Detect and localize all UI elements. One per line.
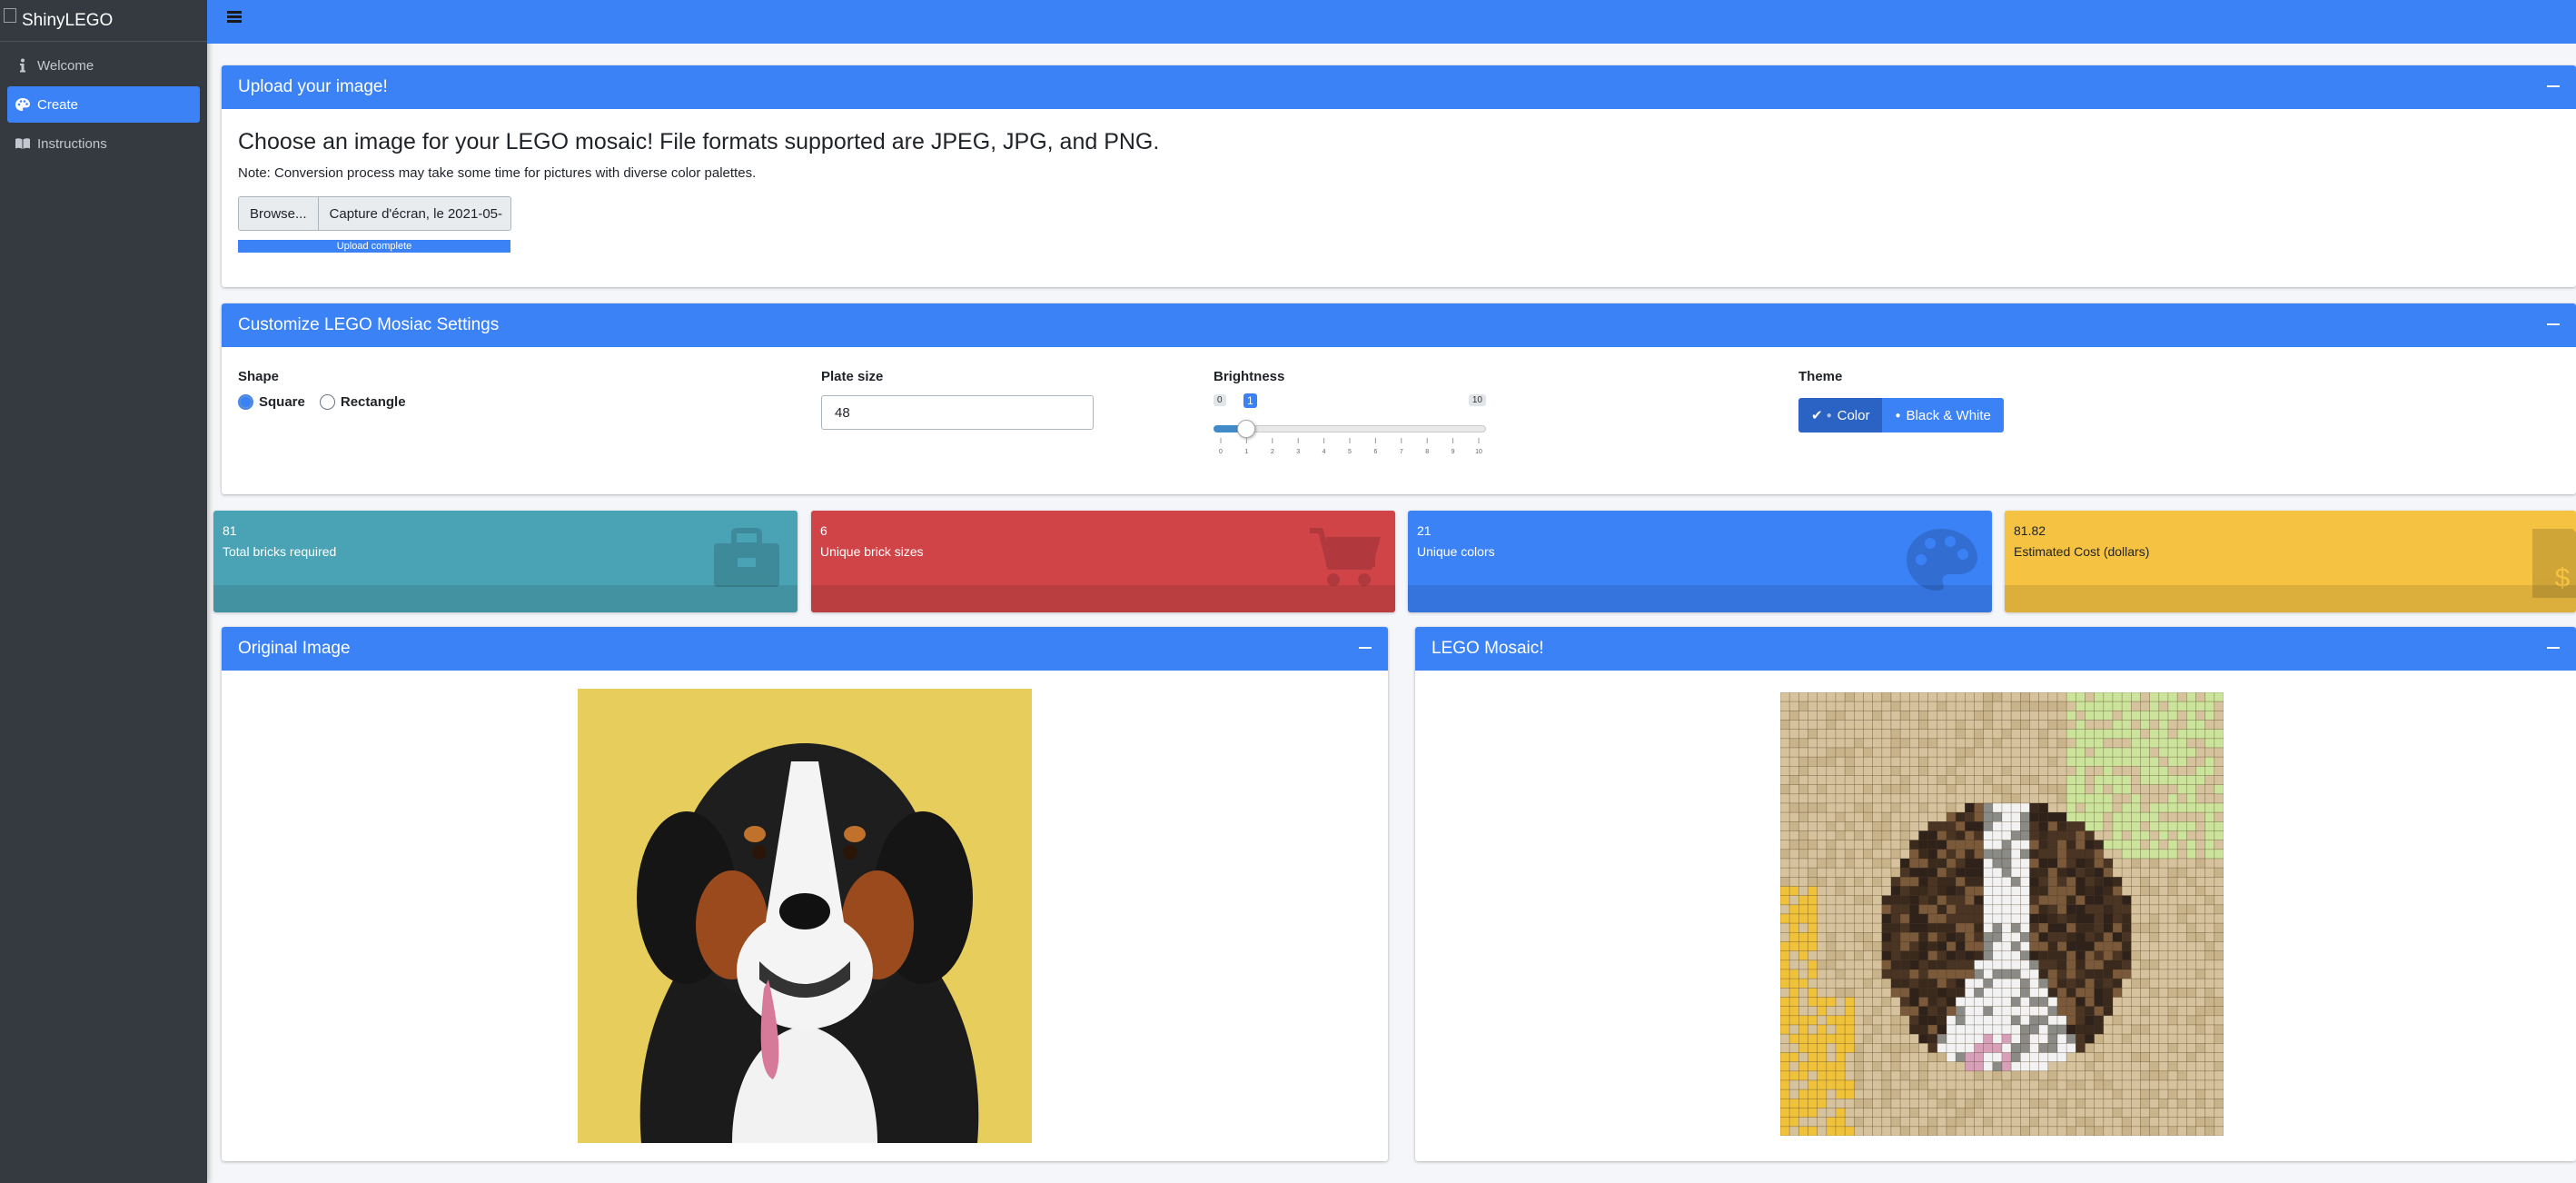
- slider-tick-label: 3: [1296, 449, 1300, 455]
- stat-value: 81.82: [2014, 523, 2046, 538]
- slider-tick-label: 0: [1219, 449, 1223, 455]
- upload-instructions: Choose an image for your LEGO mosaic! Fi…: [238, 129, 1160, 154]
- palette-icon: [11, 97, 35, 112]
- stat-box-unique-colors: 21 Unique colors: [1408, 511, 1992, 612]
- browse-button[interactable]: Browse...: [238, 196, 319, 231]
- stat-box-brick-sizes: 6 Unique brick sizes: [811, 511, 1395, 612]
- brand-logo: [4, 7, 16, 23]
- brightness-slider[interactable]: 0 1 10 0 1 2 3 4 5 6 7 8 9 10: [1214, 393, 1486, 458]
- theme-toggle-group: ✔ ● Color ● Black & White: [1798, 398, 2004, 432]
- stat-footer: [2005, 585, 2576, 612]
- slider-tick-label: 6: [1373, 449, 1377, 455]
- mosaic-header: LEGO Mosaic!: [1415, 627, 2576, 671]
- stat-value: 21: [1417, 523, 1432, 538]
- brightness-label: Brightness: [1214, 369, 1285, 384]
- slider-tick-label: 8: [1425, 449, 1429, 455]
- settings-card-title: Customize LEGO Mosiac Settings: [238, 315, 500, 334]
- plate-size-input[interactable]: 48: [821, 395, 1094, 430]
- menu-toggle-icon[interactable]: [227, 11, 242, 24]
- brand[interactable]: ShinyLEGO: [0, 0, 207, 42]
- plate-size-label: Plate size: [821, 369, 884, 384]
- sidebar-item-instructions[interactable]: Instructions: [7, 125, 200, 162]
- shopping-cart-icon: [1310, 528, 1381, 586]
- upload-progress-label: Upload complete: [336, 241, 412, 252]
- slider-tick-label: 2: [1271, 449, 1274, 455]
- stat-label: Unique colors: [1417, 544, 1495, 559]
- slider-tick-label: 10: [1475, 449, 1482, 455]
- stat-label: Unique brick sizes: [820, 544, 924, 559]
- upload-card-title: Upload your image!: [238, 77, 388, 96]
- lego-mosaic-image: [1780, 692, 2224, 1136]
- slider-min-label: 0: [1214, 394, 1226, 406]
- collapse-icon[interactable]: [2547, 647, 2560, 649]
- mosaic-title: LEGO Mosaic!: [1432, 639, 1544, 658]
- sidebar-item-label: Welcome: [37, 57, 94, 74]
- svg-text:$: $: [2555, 563, 2571, 593]
- stat-box-estimated-cost: 81.82 Estimated Cost (dollars) $: [2005, 511, 2576, 612]
- original-image-header: Original Image: [222, 627, 1388, 671]
- settings-card-header: Customize LEGO Mosiac Settings: [222, 303, 2576, 347]
- shape-option-label: Square: [259, 394, 305, 410]
- stat-value: 6: [820, 523, 827, 538]
- file-input: Browse... Capture d'écran, le 2021-05-: [238, 196, 511, 231]
- sidebar-item-create[interactable]: Create: [7, 86, 200, 123]
- slider-max-label: 10: [1468, 394, 1486, 406]
- brand-name: ShinyLEGO: [22, 10, 114, 30]
- settings-card: Customize LEGO Mosiac Settings Shape Squ…: [222, 303, 2576, 494]
- invoice-dollar-icon: $: [2532, 529, 2576, 598]
- info-icon: [11, 58, 35, 73]
- upload-card: Upload your image! Choose an image for y…: [222, 65, 2576, 287]
- mosaic-card: LEGO Mosaic!: [1415, 627, 2576, 1161]
- shape-label: Shape: [238, 369, 280, 384]
- upload-progress-bar: Upload complete: [238, 240, 510, 253]
- slider-tick-label: 4: [1323, 449, 1326, 455]
- check-icon: ✔: [1811, 408, 1823, 423]
- sidebar: ShinyLEGO Welcome Create Instructions: [0, 0, 207, 1183]
- slider-handle[interactable]: [1237, 420, 1256, 438]
- theme-color-button[interactable]: ✔ ● Color: [1798, 398, 1883, 432]
- radio-dot-icon: ●: [1826, 410, 1832, 421]
- shape-square-radio[interactable]: [238, 394, 253, 410]
- slider-tick-label: 9: [1451, 449, 1455, 455]
- sidebar-item-label: Create: [37, 96, 79, 113]
- toolbox-icon: [714, 528, 779, 587]
- collapse-icon[interactable]: [2547, 85, 2560, 87]
- stat-value: 81: [223, 523, 237, 538]
- original-image-card: Original Image: [222, 627, 1388, 1161]
- stat-box-total-bricks: 81 Total bricks required: [213, 511, 798, 612]
- shape-radio-group: Square Rectangle: [238, 394, 406, 410]
- original-image-title: Original Image: [238, 639, 351, 658]
- shape-option-label: Rectangle: [340, 394, 406, 410]
- stat-label: Estimated Cost (dollars): [2014, 544, 2150, 559]
- filename-field[interactable]: Capture d'écran, le 2021-05-: [318, 196, 511, 231]
- upload-note: Note: Conversion process may take some t…: [238, 165, 757, 181]
- theme-bw-button[interactable]: ● Black & White: [1882, 398, 2004, 432]
- original-dog-image: [578, 689, 1032, 1143]
- sidebar-item-label: Instructions: [37, 135, 107, 152]
- upload-card-header: Upload your image!: [222, 65, 2576, 109]
- slider-ticks: 0 1 2 3 4 5 6 7 8 9 10: [1219, 438, 1482, 455]
- sidebar-nav: Welcome Create Instructions: [0, 42, 207, 170]
- sidebar-item-welcome[interactable]: Welcome: [7, 47, 200, 84]
- theme-option-label: Black & White: [1906, 407, 1991, 423]
- radio-dot-icon: ●: [1895, 410, 1901, 421]
- collapse-icon[interactable]: [1359, 647, 1372, 649]
- theme-option-label: Color: [1837, 407, 1870, 423]
- palette-icon: [1907, 529, 1977, 591]
- slider-tick-label: 5: [1348, 449, 1352, 455]
- shape-rectangle-radio[interactable]: [319, 394, 335, 410]
- stat-label: Total bricks required: [223, 544, 337, 559]
- slider-tick-label: 7: [1400, 449, 1403, 455]
- theme-label: Theme: [1798, 369, 1843, 384]
- top-navbar: [207, 0, 2576, 44]
- collapse-icon[interactable]: [2547, 323, 2560, 325]
- slider-tick-label: 1: [1244, 449, 1248, 455]
- book-icon: [11, 137, 35, 150]
- slider-value-label: 1: [1243, 393, 1257, 408]
